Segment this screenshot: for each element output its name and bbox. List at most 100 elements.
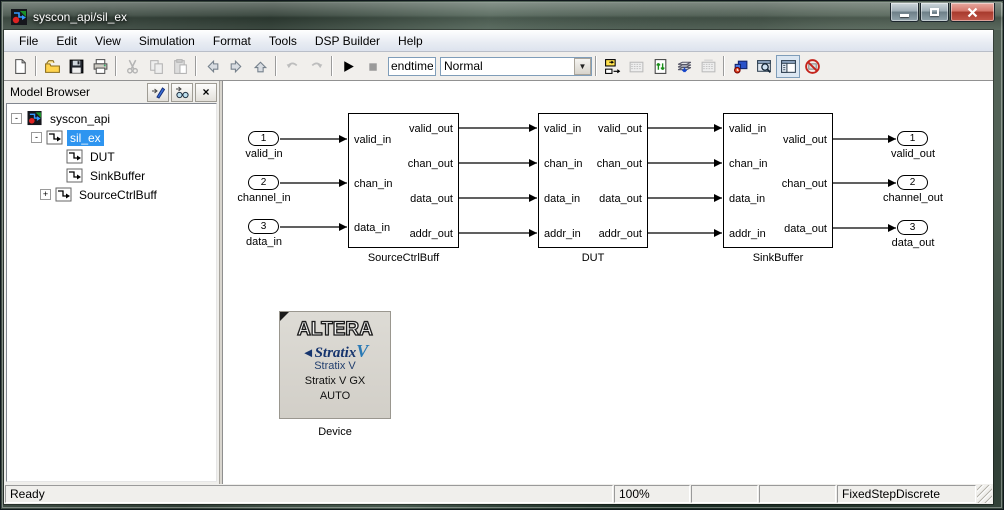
expand-icon[interactable]: + — [40, 189, 51, 200]
build-all-button[interactable] — [696, 55, 720, 78]
inport-1[interactable]: 1 — [248, 131, 279, 146]
open-model-button[interactable] — [40, 55, 64, 78]
edit-pen-button[interactable] — [147, 83, 169, 102]
sim-stop-time-input[interactable] — [388, 57, 436, 76]
maximize-button[interactable] — [920, 3, 949, 22]
model-browser-toggle-button[interactable] — [776, 55, 800, 78]
menu-dsp-builder[interactable]: DSP Builder — [306, 32, 389, 50]
new-model-icon — [12, 58, 29, 75]
status-empty-panel — [759, 485, 836, 503]
tree-item-label[interactable]: syscon_api — [47, 111, 113, 127]
block-sinkbuffer[interactable]: valid_in chan_in data_in addr_in valid_o… — [723, 113, 833, 248]
up-to-parent-button[interactable] — [248, 55, 272, 78]
block-device[interactable]: ALTERA ◄StratixV Stratix V Stratix V GX … — [279, 311, 391, 419]
stop-simulation-icon — [364, 58, 381, 75]
port-label: addr_out — [410, 227, 453, 241]
close-button[interactable] — [950, 3, 995, 22]
tree-item-sil-ex[interactable]: - sil_ex — [7, 128, 216, 147]
outport-2[interactable]: 2 — [897, 175, 928, 190]
resize-grip[interactable] — [977, 485, 992, 503]
title-bar[interactable]: syscon_api/sil_ex — [3, 3, 1003, 30]
outport-1[interactable]: 1 — [897, 131, 928, 146]
status-zoom-level: 100% — [614, 485, 690, 503]
menu-file[interactable]: File — [10, 32, 47, 50]
status-solver: FixedStepDiscrete — [837, 485, 976, 503]
stop-simulation-button[interactable] — [360, 55, 384, 78]
update-diagram-icon — [604, 58, 621, 75]
port-label: data_in — [544, 192, 580, 206]
tree-item-label[interactable]: SourceCtrlBuff — [76, 187, 160, 203]
collapse-icon[interactable]: - — [31, 132, 42, 143]
menu-tools[interactable]: Tools — [260, 32, 306, 50]
tree-item-syscon-api[interactable]: - syscon_api — [7, 109, 216, 128]
toolbar-separator — [195, 56, 197, 76]
minimize-button[interactable] — [890, 3, 919, 22]
menu-help[interactable]: Help — [389, 32, 432, 50]
toolbar-separator — [115, 56, 117, 76]
edit-pen-icon — [151, 85, 165, 99]
forward-button[interactable] — [224, 55, 248, 78]
refresh-model-icon — [652, 58, 669, 75]
start-simulation-icon — [340, 58, 357, 75]
port-label: chan_out — [597, 157, 642, 171]
update-diagram-button[interactable] — [600, 55, 624, 78]
tree-item-label[interactable]: DUT — [87, 149, 118, 165]
menu-edit[interactable]: Edit — [47, 32, 86, 50]
model-browser-close-button[interactable]: × — [195, 83, 217, 102]
tree-item-dut[interactable]: DUT — [7, 147, 216, 166]
back-button[interactable] — [200, 55, 224, 78]
paste-button[interactable] — [168, 55, 192, 78]
subsystem-icon — [66, 168, 84, 183]
target-connect-button[interactable] — [728, 55, 752, 78]
start-simulation-button[interactable] — [336, 55, 360, 78]
menu-simulation[interactable]: Simulation — [130, 32, 204, 50]
menu-view[interactable]: View — [86, 32, 130, 50]
remove-highlight-button[interactable] — [800, 55, 824, 78]
toolbar-separator — [331, 56, 333, 76]
sim-mode-select[interactable]: Normal ▼ — [440, 57, 592, 76]
find-button[interactable] — [752, 55, 776, 78]
library-browser-icon — [676, 58, 693, 75]
port-label: chan_out — [782, 177, 827, 191]
toolbar-separator — [275, 56, 277, 76]
application-window: syscon_api/sil_ex File Edit View Simulat… — [0, 0, 1004, 510]
model-browser-toggle-icon — [780, 58, 797, 75]
tree-item-label-selected[interactable]: sil_ex — [67, 130, 104, 146]
menu-format[interactable]: Format — [204, 32, 260, 50]
outport-3[interactable]: 3 — [897, 220, 928, 235]
save-icon — [68, 58, 85, 75]
collapse-icon[interactable]: - — [11, 113, 22, 124]
toolbar-separator — [723, 56, 725, 76]
port-label: chan_in — [729, 157, 768, 171]
refresh-model-button[interactable] — [648, 55, 672, 78]
inport-3[interactable]: 3 — [248, 219, 279, 234]
inport-2[interactable]: 2 — [248, 175, 279, 190]
copy-button[interactable] — [144, 55, 168, 78]
view-glasses-button[interactable] — [171, 83, 193, 102]
new-model-button[interactable] — [8, 55, 32, 78]
main-area: Model Browser — [4, 81, 993, 484]
redo-button[interactable] — [304, 55, 328, 78]
open-model-icon — [44, 58, 61, 75]
block-dut[interactable]: valid_in chan_in data_in addr_in valid_o… — [538, 113, 648, 248]
build-button[interactable] — [624, 55, 648, 78]
chevron-down-icon[interactable]: ▼ — [574, 58, 591, 75]
print-button[interactable] — [88, 55, 112, 78]
tree-item-sinkbuffer[interactable]: SinkBuffer — [7, 166, 216, 185]
toolbar: Normal ▼ — [4, 52, 993, 81]
block-sourcectrlbuff[interactable]: valid_in chan_in data_in valid_out chan_… — [348, 113, 459, 248]
block-caption: SinkBuffer — [723, 252, 833, 264]
undo-button[interactable] — [280, 55, 304, 78]
forward-icon — [228, 58, 245, 75]
tree-item-sourcectrlbuff[interactable]: + SourceCtrlBuff — [7, 185, 216, 204]
library-browser-button[interactable] — [672, 55, 696, 78]
menu-bar: File Edit View Simulation Format Tools D… — [4, 30, 993, 52]
print-icon — [92, 58, 109, 75]
cut-button[interactable] — [120, 55, 144, 78]
save-button[interactable] — [64, 55, 88, 78]
model-browser-header: Model Browser — [4, 81, 219, 103]
port-label: valid_in — [354, 133, 391, 147]
tree-item-label[interactable]: SinkBuffer — [87, 168, 148, 184]
diagram-canvas[interactable]: 1 valid_in 2 channel_in 3 data_in valid_… — [223, 81, 993, 484]
model-browser-tree: - syscon_api - — [6, 103, 217, 482]
